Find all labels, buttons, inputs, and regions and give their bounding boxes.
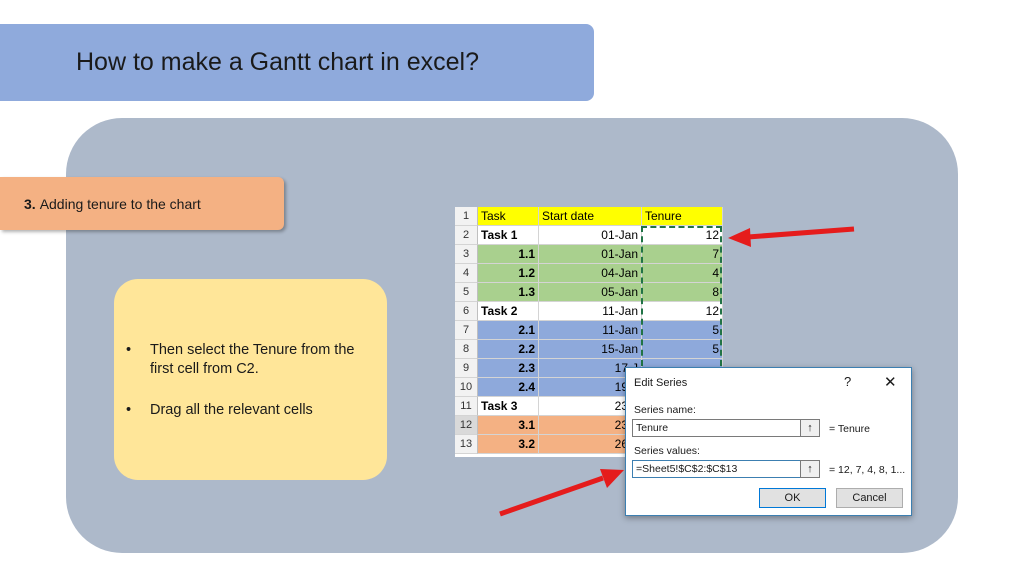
arrow-to-series-values-icon xyxy=(499,469,624,517)
arrow-to-tenure-icon xyxy=(728,226,855,247)
annotation-arrows xyxy=(499,226,855,517)
